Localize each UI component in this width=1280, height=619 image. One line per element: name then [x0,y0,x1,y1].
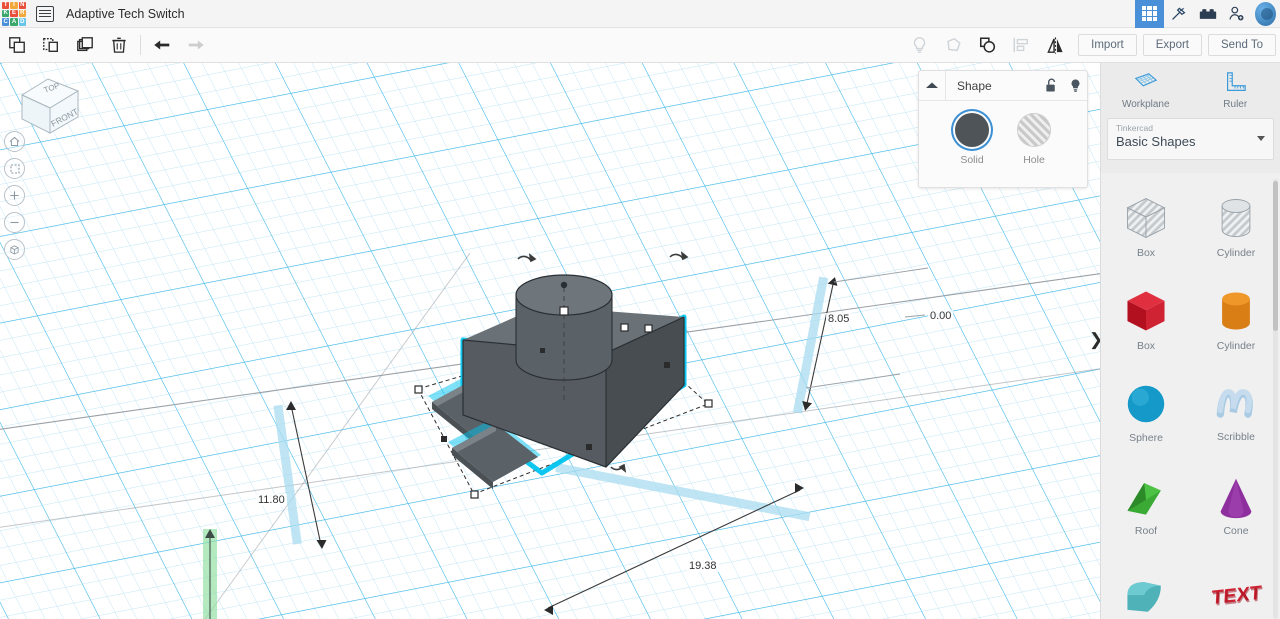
shape-cylinder-hole[interactable]: Cylinder [1191,179,1280,272]
unlock-icon[interactable] [1039,78,1063,93]
shape-scribble[interactable]: Scribble [1191,365,1280,458]
fit-to-view-icon[interactable] [4,158,25,179]
shape-option-solid[interactable]: Solid [955,113,989,166]
dimension-width-label: 19.38 [687,560,719,572]
undo-icon[interactable] [145,28,179,62]
shape-gallery-grid: Box Cylinder Box [1101,173,1280,619]
duplicate-icon[interactable] [68,28,102,62]
shape-outline-icon [936,28,970,62]
shape-gallery[interactable]: Box Cylinder Box [1101,173,1280,619]
svg-text:TEXT: TEXT [1212,583,1263,610]
hole-swatch [1017,113,1051,147]
shape-cylinder-orange[interactable]: Cylinder [1191,272,1280,365]
home-view-icon[interactable] [4,131,25,152]
shape-label: Cone [1223,525,1248,537]
logo-letter: R [19,10,26,17]
dimension-z-offset-label: 0.00 [928,310,953,322]
workplane-label: Workplane [1122,99,1170,110]
blocks-brick-icon[interactable] [1193,0,1222,28]
shape-cone[interactable]: Cone [1191,458,1280,551]
paste-icon[interactable] [34,28,68,62]
tinkercad-app: T I N K E R C A D Adaptive Tech Switch [0,0,1280,619]
hole-label: Hole [1017,154,1051,166]
chevron-down-icon [1257,136,1265,141]
view-nav-controls [4,131,28,266]
gallery-scrollbar-thumb[interactable] [1273,181,1278,331]
logo-letter: I [10,2,17,9]
y-axis-arrow [203,529,217,619]
perspective-toggle-icon[interactable] [4,239,25,260]
library-provider-label: Tinkercad [1116,123,1265,133]
shape-box-red[interactable]: Box [1101,272,1191,365]
align-icon [1004,28,1038,62]
shape-label: Cylinder [1217,247,1256,259]
dimension-depth-label: 11.80 [256,494,287,506]
logo-letter: K [2,10,9,17]
shape-library-dropdown[interactable]: Tinkercad Basic Shapes [1107,118,1274,160]
shape-sphere[interactable]: Sphere [1101,365,1191,458]
shape-inspector-panel: Shape Solid Hole [918,70,1088,188]
tools-hammer-icon[interactable] [1164,0,1193,28]
dimension-height-label: 8.05 [826,313,851,325]
page-title: Adaptive Tech Switch [66,7,185,21]
shape-label: Box [1137,340,1155,352]
sidebar-item-workplane[interactable]: Workplane [1101,63,1191,118]
shape-option-hole[interactable]: Hole [1017,113,1051,166]
edit-toolbar: Import Export Send To [0,28,1280,63]
group-icon[interactable] [970,28,1004,62]
shape-box-hole[interactable]: Box [1101,179,1191,272]
redo-icon [179,28,213,62]
mirror-icon[interactable] [1038,28,1072,62]
solid-label: Solid [955,154,989,166]
toolbar-right-group: Import Export Send To [902,28,1280,62]
shape-type-options: Solid Hole [919,101,1087,166]
shape-label: Scribble [1217,431,1255,443]
app-header: T I N K E R C A D Adaptive Tech Switch [0,0,1280,28]
apps-grid-icon[interactable] [1135,0,1164,28]
shape-panel-title: Shape [945,71,1039,101]
solid-swatch [955,113,989,147]
header-actions [1135,0,1280,28]
delete-trash-icon[interactable] [102,28,136,62]
profile-avatar[interactable] [1251,0,1280,28]
toolbar-divider [140,35,141,55]
export-button[interactable]: Export [1143,34,1202,56]
sidebar-item-ruler[interactable]: Ruler [1191,63,1280,118]
logo-letter: T [2,2,9,9]
shape-label: Cylinder [1217,340,1256,352]
shape-label: Box [1137,247,1155,259]
logo-letter: A [10,18,17,25]
sidebar-tools: Workplane Ruler [1101,63,1280,118]
zoom-in-icon[interactable] [4,185,25,206]
document-list-icon[interactable] [36,6,54,22]
logo-letter: D [19,18,26,25]
lightbulb-icon[interactable] [1063,78,1087,93]
library-selected-value: Basic Shapes [1116,134,1265,149]
copy-icon[interactable] [0,28,34,62]
ruler-label: Ruler [1223,99,1247,110]
chevron-up-icon[interactable] [919,81,945,90]
logo-letter: N [19,2,26,9]
avatar [1255,2,1276,26]
shapes-sidebar: Workplane Ruler Tinkercad Basic Shapes [1100,63,1280,619]
tinkercad-logo[interactable]: T I N K E R C A D [0,0,28,28]
logo-letter: E [10,10,17,17]
add-user-icon[interactable] [1222,0,1251,28]
send-to-button[interactable]: Send To [1208,34,1276,56]
shape-label: Roof [1135,525,1157,537]
zoom-out-icon[interactable] [4,212,25,233]
shape-round-roof[interactable] [1101,551,1191,619]
shape-text[interactable]: TEXT TEXT [1191,551,1280,619]
lightbulb-icon [902,28,936,62]
logo-letter: C [2,18,9,25]
shape-label: Sphere [1129,432,1163,444]
shape-panel-header: Shape [919,71,1087,101]
import-button[interactable]: Import [1078,34,1137,56]
shape-roof[interactable]: Roof [1101,458,1191,551]
